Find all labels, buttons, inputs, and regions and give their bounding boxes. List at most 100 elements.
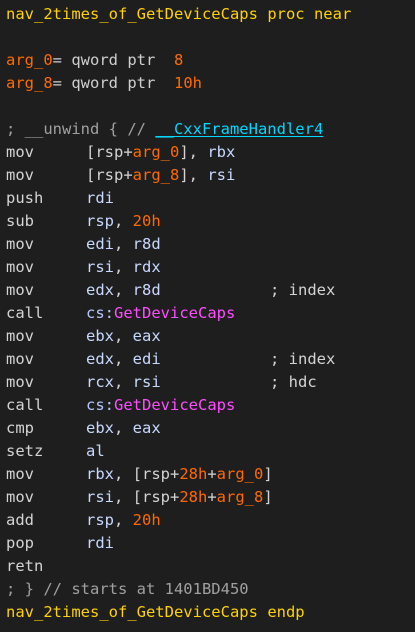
operand-register: r8d — [132, 281, 161, 299]
instruction-line[interactable]: mov [rsp+arg_8], rsi — [0, 164, 415, 187]
arg-value: 8 — [174, 51, 184, 69]
operand-punctuation: + — [207, 488, 217, 506]
operands: ebx, eax — [86, 325, 161, 348]
proc-name[interactable]: nav_2times_of_GetDeviceCaps — [6, 3, 258, 26]
operand-punctuation: , — [114, 212, 133, 230]
operand-register: eax — [132, 419, 161, 437]
operand-number[interactable]: 20h — [133, 511, 161, 529]
operand-register: edi — [132, 350, 161, 368]
unwind-comment: ; __unwind { // — [6, 120, 156, 138]
instruction-line[interactable]: pop rdi — [0, 532, 415, 555]
operand-segment: cs: — [86, 304, 114, 322]
operand-punctuation: ] — [263, 488, 273, 506]
instruction-line[interactable]: setz al — [0, 440, 415, 463]
operand-register: rsi — [132, 373, 161, 391]
instruction-line[interactable]: retn — [0, 555, 415, 578]
mnemonic: mov — [6, 327, 34, 345]
instruction-line[interactable]: add rsp, 20h — [0, 509, 415, 532]
operand-function[interactable]: GetDeviceCaps — [114, 304, 235, 322]
mnemonic: mov — [6, 281, 34, 299]
mnemonic: cmp — [6, 419, 34, 437]
instruction-comment: ; hdc — [270, 373, 317, 391]
arg-value: 10h — [174, 74, 202, 92]
instruction-line[interactable]: mov edi, r8d — [0, 233, 415, 256]
mnemonic: mov — [6, 488, 34, 506]
mnemonic: mov — [6, 373, 34, 391]
mnemonic: setz — [6, 442, 44, 460]
operands: rsi, [rsp+28h+arg_8] — [86, 486, 273, 509]
unwind-comment-line[interactable]: ; __unwind { // __CxxFrameHandler4 — [0, 118, 415, 141]
operands: rbx, [rsp+28h+arg_0] — [86, 463, 273, 486]
operand-register: rdi — [86, 534, 114, 552]
operand-punctuation: , — [114, 281, 133, 299]
operand-number[interactable]: 28h — [179, 488, 207, 506]
operands: cs:GetDeviceCaps — [86, 302, 235, 325]
endp-keyword: endp — [267, 603, 305, 621]
operand-punctuation: [rsp+ — [86, 166, 133, 184]
instruction-line[interactable]: mov rcx, rsi ; hdc — [0, 371, 415, 394]
operand-punctuation: [rsp+ — [86, 143, 133, 161]
instruction-line[interactable]: call cs:GetDeviceCaps — [0, 394, 415, 417]
arg-equals: = — [52, 74, 63, 92]
arg-line[interactable]: arg_0= qword ptr 8 — [0, 49, 415, 72]
arg-name[interactable]: arg_8 — [6, 72, 53, 95]
operand-punctuation: + — [207, 465, 217, 483]
instruction-line[interactable]: sub rsp, 20h — [0, 210, 415, 233]
operand-register: rsi — [86, 488, 114, 506]
instruction-line[interactable]: mov edx, edi ; index — [0, 348, 415, 371]
endp-proc-name[interactable]: nav_2times_of_GetDeviceCaps — [6, 601, 258, 624]
operands: rcx, rsi — [86, 371, 161, 394]
instruction-line[interactable]: mov [rsp+arg_0], rbx — [0, 141, 415, 164]
mnemonic: mov — [6, 258, 34, 276]
operand-number[interactable]: 28h — [179, 465, 207, 483]
operand-register: rsi — [207, 166, 236, 184]
instruction-line[interactable]: mov rsi, [rsp+28h+arg_8] — [0, 486, 415, 509]
operand-register: rsp — [86, 212, 114, 230]
operand-register: edx — [86, 281, 114, 299]
operand-number[interactable]: arg_8 — [217, 488, 264, 506]
operands: edi, r8d — [86, 233, 161, 256]
operand-function[interactable]: GetDeviceCaps — [114, 396, 235, 414]
instruction-line[interactable]: call cs:GetDeviceCaps — [0, 302, 415, 325]
operand-number[interactable]: arg_0 — [133, 143, 180, 161]
unwind-handler-link[interactable]: __CxxFrameHandler4 — [155, 118, 323, 141]
operand-punctuation: ], — [179, 143, 208, 161]
operands: [rsp+arg_8], rsi — [86, 164, 235, 187]
instruction-line[interactable]: mov ebx, eax — [0, 325, 415, 348]
arg-name[interactable]: arg_0 — [6, 49, 53, 72]
arg-type: qword ptr — [62, 74, 174, 92]
instruction-list: mov [rsp+arg_0], rbx mov [rsp+arg_8], rsi pu… — [0, 141, 415, 578]
proc-header-line[interactable]: nav_2times_of_GetDeviceCaps proc near — [0, 3, 415, 26]
instruction-line[interactable]: mov edx, r8d ; index — [0, 279, 415, 302]
operand-number[interactable]: arg_0 — [217, 465, 264, 483]
operand-punctuation: , — [114, 235, 133, 253]
operand-register: ebx — [86, 327, 114, 345]
instruction-line[interactable]: push rdi — [0, 187, 415, 210]
operand-number[interactable]: arg_8 — [133, 166, 180, 184]
instruction-line[interactable]: mov rsi, rdx — [0, 256, 415, 279]
footer-comment-line[interactable]: ; } // starts at 1401BD450 — [0, 578, 415, 601]
operand-register: edi — [86, 235, 114, 253]
mnemonic: add — [6, 511, 34, 529]
operands: ebx, eax — [86, 417, 161, 440]
mnemonic: push — [6, 189, 44, 207]
endp-line[interactable]: nav_2times_of_GetDeviceCaps endp — [0, 601, 415, 624]
operand-punctuation: , [rsp+ — [114, 488, 180, 506]
arg-line[interactable]: arg_8= qword ptr 10h — [0, 72, 415, 95]
operand-register: rsi — [86, 258, 114, 276]
instruction-line[interactable]: mov rbx, [rsp+28h+arg_0] — [0, 463, 415, 486]
operand-punctuation: , [rsp+ — [114, 465, 180, 483]
mnemonic: mov — [6, 235, 34, 253]
operand-register: r8d — [132, 235, 161, 253]
operand-number[interactable]: 20h — [133, 212, 161, 230]
footer-comment: ; } // starts at 1401BD450 — [6, 580, 249, 598]
operand-punctuation: , — [114, 511, 133, 529]
operand-register: edx — [86, 350, 114, 368]
operand-punctuation: , — [114, 327, 133, 345]
operand-register: ebx — [86, 419, 114, 437]
instruction-line[interactable]: cmp ebx, eax — [0, 417, 415, 440]
operand-register: rcx — [86, 373, 114, 391]
operands: rdi — [86, 187, 114, 210]
